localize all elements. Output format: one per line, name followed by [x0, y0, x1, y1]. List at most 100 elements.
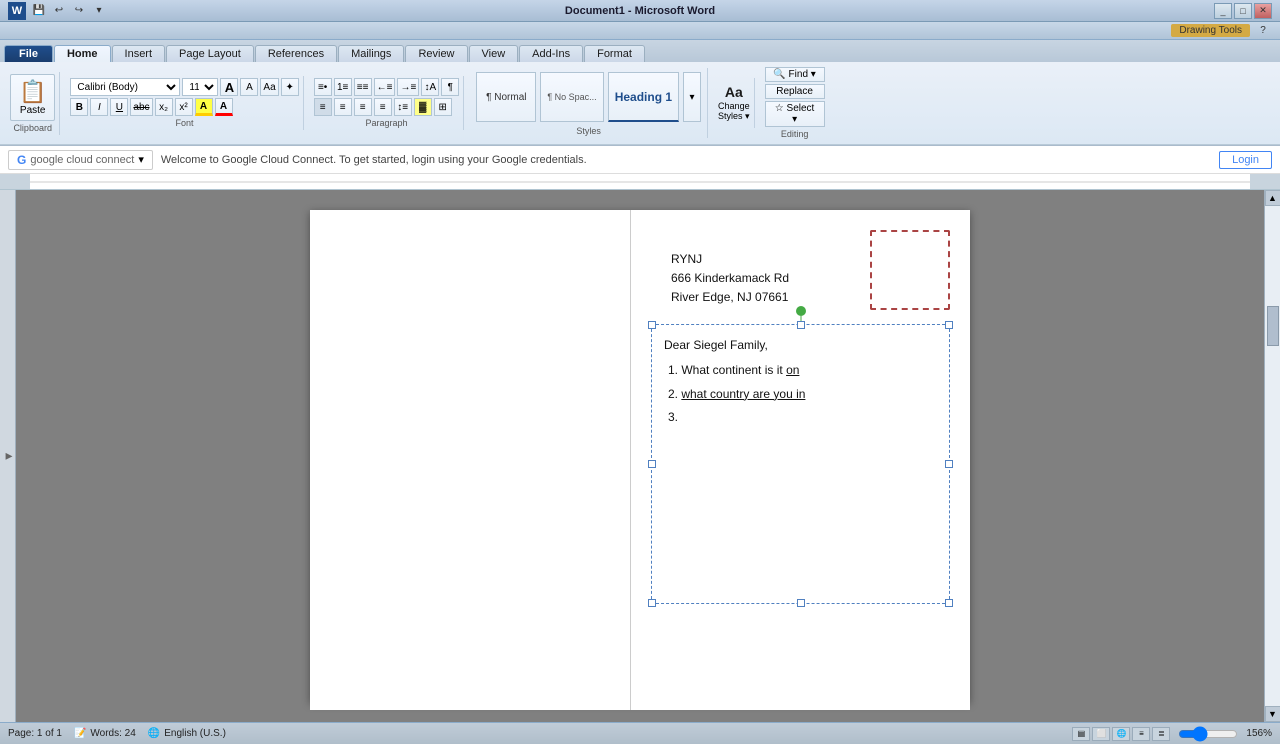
font-size-select[interactable]: 11	[182, 78, 218, 96]
scroll-thumb[interactable]	[1267, 306, 1279, 346]
print-layout-btn[interactable]: ▤	[1072, 727, 1090, 741]
status-bar: Page: 1 of 1 📝 Words: 24 🌐 English (U.S.…	[0, 722, 1280, 744]
handle-bot-left[interactable]	[648, 599, 656, 607]
styles-more-btn[interactable]: ▾	[683, 72, 701, 122]
document-content[interactable]: RYNJ 666 Kinderkamack Rd River Edge, NJ …	[16, 190, 1264, 722]
change-styles-icon: Aa	[725, 84, 743, 100]
title-bar: W 💾 ↩ ↪ ▾ Document1 - Microsoft Word _ □…	[0, 0, 1280, 22]
close-btn[interactable]: ✕	[1254, 3, 1272, 19]
google-g-icon: G	[17, 153, 26, 167]
tab-review[interactable]: Review	[405, 45, 467, 62]
change-styles-btn[interactable]: Aa ChangeStyles ▾	[718, 84, 750, 122]
align-right-btn[interactable]: ≡	[354, 98, 372, 116]
outline-btn[interactable]: ≡	[1132, 727, 1150, 741]
clear-format-btn[interactable]: ✦	[281, 78, 299, 96]
font-grow-btn[interactable]: A	[220, 78, 238, 96]
find-btn[interactable]: 🔍 Find ▾	[765, 67, 825, 82]
tab-file[interactable]: File	[4, 45, 53, 62]
cloud-bar: G google cloud connect ▾ Welcome to Goog…	[0, 146, 1280, 174]
quick-access-toolbar: 💾 ↩ ↪ ▾	[30, 3, 108, 19]
normal-style-label: ¶ Normal	[483, 92, 529, 103]
cloud-logo[interactable]: G google cloud connect ▾	[8, 150, 153, 170]
show-hide-btn[interactable]: ¶	[441, 78, 459, 96]
handle-bot-right[interactable]	[945, 599, 953, 607]
scroll-track[interactable]	[1265, 206, 1280, 706]
customize-quick-btn[interactable]: ▾	[90, 3, 108, 19]
editing-buttons: 🔍 Find ▾ Replace ☆ Select ▾	[765, 67, 825, 127]
bullets-btn[interactable]: ≡•	[314, 78, 332, 96]
line-spacing-btn[interactable]: ↕≡	[394, 98, 412, 116]
heading1-style-btn[interactable]: Heading 1	[608, 72, 679, 122]
align-left-btn[interactable]: ≡	[314, 98, 332, 116]
strikethrough-btn[interactable]: abc	[130, 98, 152, 116]
sort-btn[interactable]: ↕A	[421, 78, 439, 96]
numbering-btn[interactable]: 1≡	[334, 78, 352, 96]
shading-btn[interactable]: ▓	[414, 98, 432, 116]
login-button[interactable]: Login	[1219, 151, 1272, 169]
font-name-select[interactable]: Calibri (Body)	[70, 78, 180, 96]
italic-btn[interactable]: I	[90, 98, 108, 116]
para-controls: ≡• 1≡ ≡≡ ←≡ →≡ ↕A ¶ ≡ ≡ ≡ ≡ ↕≡ ▓ ⊞	[314, 78, 460, 116]
handle-top-mid[interactable]	[797, 321, 805, 329]
select-btn[interactable]: ☆ Select ▾	[765, 101, 825, 127]
decrease-indent-btn[interactable]: ←≡	[374, 78, 396, 96]
align-center-btn[interactable]: ≡	[334, 98, 352, 116]
handle-top-left[interactable]	[648, 321, 656, 329]
save-quick-btn[interactable]: 💾	[30, 3, 48, 19]
tab-insert[interactable]: Insert	[112, 45, 166, 62]
tab-format[interactable]: Format	[584, 45, 645, 62]
tab-home[interactable]: Home	[54, 45, 111, 62]
replace-btn[interactable]: Replace	[765, 84, 825, 99]
cloud-dropdown-icon: ▾	[138, 153, 144, 166]
superscript-btn[interactable]: x²	[175, 98, 193, 116]
font-format-row: B I U abc x₂ x² A A	[70, 98, 298, 116]
text-box[interactable]: Dear Siegel Family, 1. What continent is…	[651, 324, 950, 604]
borders-btn[interactable]: ⊞	[434, 98, 452, 116]
styles-group: ¶ Normal ¶ No Spac... Heading 1 ▾ Styles	[470, 68, 708, 138]
right-scrollbar[interactable]: ▲ ▼	[1264, 190, 1280, 722]
ruler-right-margin	[1250, 174, 1280, 189]
handle-mid-right[interactable]	[945, 460, 953, 468]
font-shrink-btn[interactable]: A	[240, 78, 258, 96]
words-status: Words: 24	[90, 728, 135, 739]
handle-mid-left[interactable]	[648, 460, 656, 468]
change-case-btn[interactable]: Aa	[260, 78, 278, 96]
handle-bot-mid[interactable]	[797, 599, 805, 607]
normal-style-btn[interactable]: ¶ Normal	[476, 72, 536, 122]
font-color-btn[interactable]: A	[215, 98, 233, 116]
draft-btn[interactable]: ≣	[1152, 727, 1170, 741]
web-layout-btn[interactable]: 🌐	[1112, 727, 1130, 741]
tab-page-layout[interactable]: Page Layout	[166, 45, 254, 62]
heading1-style-label: Heading 1	[615, 90, 672, 104]
nospace-style-btn[interactable]: ¶ No Spac...	[540, 72, 603, 122]
minimize-btn[interactable]: _	[1214, 3, 1232, 19]
text-highlight-btn[interactable]: A	[195, 98, 213, 116]
tab-mailings[interactable]: Mailings	[338, 45, 404, 62]
handle-top-right[interactable]	[945, 321, 953, 329]
page-status: Page: 1 of 1	[8, 728, 62, 739]
font-name-row: Calibri (Body) 11 A A Aa ✦	[70, 78, 298, 96]
multilevel-btn[interactable]: ≡≡	[354, 78, 372, 96]
undo-quick-btn[interactable]: ↩	[50, 3, 68, 19]
view-buttons: ▤ ⬜ 🌐 ≡ ≣	[1072, 727, 1170, 741]
bold-btn[interactable]: B	[70, 98, 88, 116]
font-controls: Calibri (Body) 11 A A Aa ✦ B I U abc x₂	[70, 78, 298, 116]
scroll-up-btn[interactable]: ▲	[1265, 190, 1280, 206]
tab-view[interactable]: View	[469, 45, 519, 62]
underline-btn[interactable]: U	[110, 98, 128, 116]
tab-references[interactable]: References	[255, 45, 337, 62]
tab-addins[interactable]: Add-Ins	[519, 45, 583, 62]
full-screen-btn[interactable]: ⬜	[1092, 727, 1110, 741]
help-btn[interactable]: ?	[1254, 23, 1272, 39]
subscript-btn[interactable]: x₂	[155, 98, 173, 116]
maximize-btn[interactable]: □	[1234, 3, 1252, 19]
increase-indent-btn[interactable]: →≡	[397, 78, 419, 96]
para-row-1: ≡• 1≡ ≡≡ ←≡ →≡ ↕A ¶	[314, 78, 460, 96]
paste-button[interactable]: 📋 Paste	[10, 74, 55, 121]
justify-btn[interactable]: ≡	[374, 98, 392, 116]
redo-quick-btn[interactable]: ↪	[70, 3, 88, 19]
item2-number: 2.	[668, 387, 681, 401]
styles-buttons: ¶ Normal ¶ No Spac... Heading 1 ▾	[474, 70, 703, 124]
zoom-slider[interactable]	[1178, 729, 1238, 739]
rotate-handle[interactable]	[796, 306, 806, 316]
